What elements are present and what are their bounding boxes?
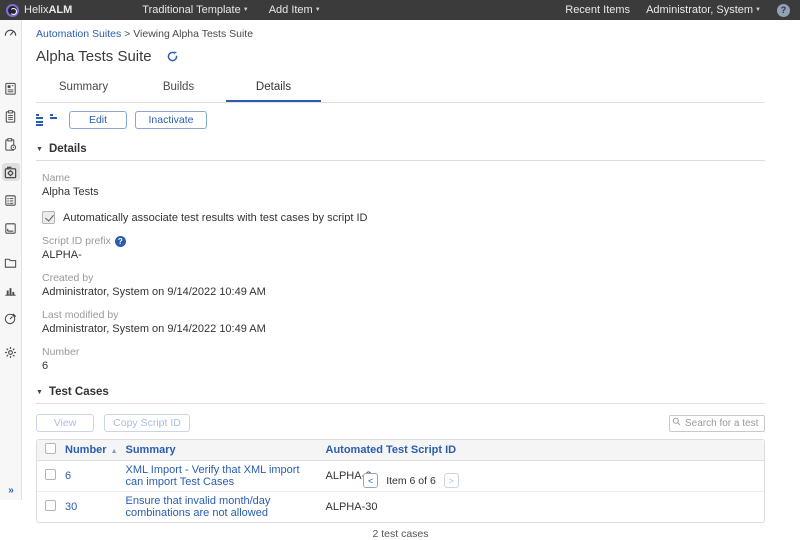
sidebar-expand-button[interactable]: » xyxy=(8,485,13,496)
test-case-number-link[interactable]: 30 xyxy=(61,491,122,522)
test-cases-toolbar: View Copy Script ID xyxy=(36,413,765,432)
field-script-prefix: Script ID prefix ? ALPHA- xyxy=(36,235,765,261)
sidebar-item-dashboard[interactable] xyxy=(2,23,20,41)
brand-name: HelixALM xyxy=(24,4,72,16)
table-header-row: Number▲ Summary Automated Test Script ID xyxy=(37,440,764,461)
main-area: Automation Suites > Viewing Alpha Tests … xyxy=(22,20,800,500)
user-menu[interactable]: Administrator, System ▼ xyxy=(646,0,761,20)
select-all-checkbox[interactable] xyxy=(45,443,56,454)
sidebar-item-settings[interactable] xyxy=(2,343,20,361)
column-header-script-id[interactable]: Automated Test Script ID xyxy=(322,440,765,461)
row-checkbox[interactable] xyxy=(45,500,56,511)
page-toolbar: Edit Inactivate xyxy=(36,111,765,129)
view-button[interactable]: View xyxy=(36,414,94,432)
bar-chart-icon xyxy=(3,283,18,298)
sidebar-item-metrics[interactable] xyxy=(2,309,20,327)
sidebar-item-folders[interactable] xyxy=(2,253,20,271)
inactivate-button[interactable]: Inactivate xyxy=(135,111,207,129)
breadcrumb-separator: > xyxy=(124,28,133,40)
field-name: Name Alpha Tests xyxy=(36,172,765,198)
collapse-all-sections-icon[interactable] xyxy=(50,114,57,120)
tab-details[interactable]: Details xyxy=(226,75,321,102)
top-bar: HelixALM Traditional Template ▼ Add Item… xyxy=(0,0,800,20)
left-sidebar: » xyxy=(0,20,22,500)
details-section-header[interactable]: ▼ Details xyxy=(36,143,765,161)
sort-asc-icon: ▲ xyxy=(111,448,118,455)
field-modified-by: Last modified by Administrator, System o… xyxy=(36,309,765,335)
test-case-count: 2 test cases xyxy=(36,528,765,540)
template-menu[interactable]: Traditional Template ▼ xyxy=(132,0,258,20)
tab-summary[interactable]: Summary xyxy=(36,75,131,102)
test-case-search xyxy=(669,413,765,432)
auto-associate-checkbox[interactable] xyxy=(42,211,55,224)
edit-button[interactable]: Edit xyxy=(69,111,127,129)
expand-all-sections-icon[interactable] xyxy=(36,114,43,127)
add-item-menu[interactable]: Add Item ▼ xyxy=(259,0,331,20)
automation-suite-gear-icon xyxy=(3,165,18,180)
help-icon[interactable]: ? xyxy=(777,4,790,17)
breadcrumb-current: Viewing Alpha Tests Suite xyxy=(133,28,253,40)
search-icon xyxy=(672,417,681,426)
clipboard-icon xyxy=(3,109,18,124)
collapse-triangle-icon: ▼ xyxy=(36,146,43,153)
folder-icon xyxy=(3,255,18,270)
sidebar-item-test-runs[interactable] xyxy=(2,135,20,153)
chevron-down-icon: ▼ xyxy=(243,7,249,13)
details-section-title: Details xyxy=(49,143,87,155)
list-icon xyxy=(3,193,18,208)
sidebar-item-documents[interactable] xyxy=(2,79,20,97)
sidebar-item-requirements[interactable] xyxy=(2,219,20,237)
column-header-number[interactable]: Number▲ xyxy=(61,440,122,461)
prev-item-button[interactable]: < xyxy=(363,473,378,488)
auto-associate-label: Automatically associate test results wit… xyxy=(63,212,367,224)
breadcrumb-automation-suites-link[interactable]: Automation Suites xyxy=(36,28,121,40)
test-case-summary-link[interactable]: Ensure that invalid month/day combinatio… xyxy=(122,491,322,522)
breadcrumb: Automation Suites > Viewing Alpha Tests … xyxy=(36,28,765,40)
sidebar-item-automation-suites[interactable] xyxy=(2,163,20,181)
sidebar-item-test-cases[interactable] xyxy=(2,107,20,125)
pagination-label: Item 6 of 6 xyxy=(386,475,436,487)
gauge-icon xyxy=(3,25,18,40)
app-brand: HelixALM xyxy=(0,4,82,17)
document-underline-icon xyxy=(3,221,18,236)
field-number: Number 6 xyxy=(36,346,765,372)
chevron-down-icon: ▼ xyxy=(315,7,321,13)
document-icon xyxy=(3,81,18,96)
page-title: Alpha Tests Suite xyxy=(36,48,152,65)
recent-items-link[interactable]: Recent Items xyxy=(565,4,630,16)
collapse-triangle-icon: ▼ xyxy=(36,389,43,396)
chevron-down-icon: ▼ xyxy=(755,7,761,13)
gear-icon xyxy=(3,345,18,360)
gauge-pencil-icon xyxy=(3,311,18,326)
field-created-by: Created by Administrator, System on 9/14… xyxy=(36,272,765,298)
tab-builds[interactable]: Builds xyxy=(131,75,226,102)
test-cases-section-title: Test Cases xyxy=(49,386,109,398)
script-prefix-help-icon[interactable]: ? xyxy=(115,236,126,247)
clipboard-gear-icon xyxy=(3,137,18,152)
copy-script-id-button[interactable]: Copy Script ID xyxy=(104,414,190,432)
sidebar-item-reports[interactable] xyxy=(2,281,20,299)
table-row: 30 Ensure that invalid month/day combina… xyxy=(37,491,764,522)
next-item-button[interactable]: > xyxy=(444,473,459,488)
search-input[interactable] xyxy=(669,415,765,432)
tab-bar: Summary Builds Details xyxy=(36,75,765,103)
sidebar-item-issues[interactable] xyxy=(2,191,20,209)
refresh-icon[interactable] xyxy=(166,50,179,63)
test-cases-section-header[interactable]: ▼ Test Cases xyxy=(36,386,765,404)
pagination: < Item 6 of 6 > xyxy=(22,473,800,488)
helix-logo-icon xyxy=(6,4,19,17)
column-header-summary[interactable]: Summary xyxy=(122,440,322,461)
test-case-script-id: ALPHA-30 xyxy=(322,491,765,522)
auto-associate-row: Automatically associate test results wit… xyxy=(36,211,765,224)
